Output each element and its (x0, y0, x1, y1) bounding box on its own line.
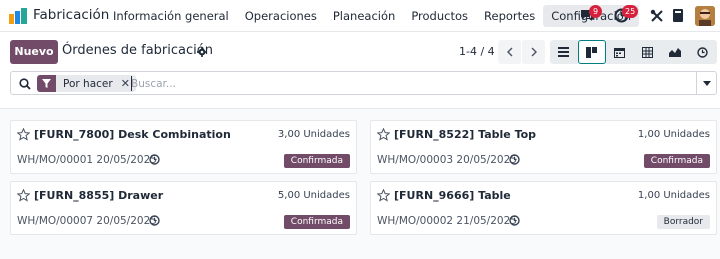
tools-icon[interactable] (650, 9, 664, 23)
clock-icon[interactable] (509, 154, 520, 165)
clock-icon[interactable] (509, 215, 520, 226)
facet-label: Por hacer (63, 77, 113, 90)
status-badge: Confirmada (643, 154, 710, 168)
page-title: Órdenes de fabricación (62, 43, 213, 58)
clock-icon (697, 46, 709, 58)
menu-planeacion[interactable]: Planeación (325, 5, 403, 27)
card-title: [FURN_9666] Table (394, 189, 511, 202)
menu-informacion-general[interactable]: Información general (105, 5, 237, 27)
kanban-view: [FURN_7800] Desk Combination 3,00 Unidad… (0, 108, 720, 259)
chevron-left-icon (506, 47, 512, 57)
status-badge: Confirmada (283, 215, 350, 229)
activity-view-button[interactable] (689, 40, 717, 64)
star-icon[interactable] (377, 128, 390, 141)
facet-remove-icon[interactable]: ✕ (121, 75, 130, 92)
list-view-button[interactable] (550, 40, 578, 64)
star-icon[interactable] (377, 189, 390, 202)
clock-icon[interactable] (149, 154, 160, 165)
top-navbar: Fabricación Información general Operacio… (0, 0, 720, 32)
kanban-card[interactable]: [FURN_7800] Desk Combination 3,00 Unidad… (10, 120, 357, 174)
search-bar: Por hacer ✕ (10, 71, 717, 95)
kanban-icon (586, 46, 598, 58)
graph-view-button[interactable] (661, 40, 689, 64)
list-icon (558, 47, 570, 57)
pivot-view-button[interactable] (633, 40, 661, 64)
kanban-card[interactable]: [FURN_8522] Table Top 1,00 Unidades WH/M… (370, 120, 717, 174)
pager-next-button[interactable] (522, 40, 545, 64)
main-menu: Información general Operaciones Planeaci… (105, 5, 640, 27)
status-badge: Confirmada (283, 154, 350, 168)
card-reference: WH/MO/00007 20/05/2025 (17, 215, 157, 227)
search-input[interactable] (131, 75, 671, 92)
search-icon[interactable] (19, 78, 31, 90)
search-facet: Por hacer ✕ (37, 75, 136, 92)
view-switcher (550, 40, 717, 64)
area-chart-icon (669, 48, 682, 57)
caret-down-icon (702, 80, 711, 86)
new-button[interactable]: Nuevo (10, 40, 58, 64)
card-title: [FURN_8855] Drawer (34, 189, 164, 202)
search-options-toggle[interactable] (696, 72, 716, 94)
filter-icon (37, 75, 56, 92)
clock-icon[interactable] (149, 215, 160, 226)
card-title: [FURN_8522] Table Top (394, 128, 537, 141)
manufacturing-app-icon[interactable] (9, 8, 27, 24)
kanban-card[interactable]: [FURN_9666] Table 1,00 Unidades WH/MO/00… (370, 181, 717, 235)
activities-count-badge: 25 (622, 5, 639, 18)
text-cursor (131, 76, 132, 91)
menu-productos[interactable]: Productos (403, 5, 476, 27)
user-avatar[interactable] (695, 6, 715, 26)
card-reference: WH/MO/00003 20/05/2025 (377, 154, 517, 166)
card-reference: WH/MO/00002 21/05/2025 (377, 215, 517, 227)
menu-reportes[interactable]: Reportes (476, 5, 543, 27)
star-icon[interactable] (17, 128, 30, 141)
kanban-card[interactable]: [FURN_8855] Drawer 5,00 Unidades WH/MO/0… (10, 181, 357, 235)
calendar-view-button[interactable] (606, 40, 634, 64)
card-reference: WH/MO/00001 20/05/2025 (17, 154, 157, 166)
chevron-right-icon (531, 47, 537, 57)
app-title[interactable]: Fabricación (33, 7, 109, 23)
card-quantity: 3,00 Unidades (277, 129, 350, 140)
database-icon[interactable] (672, 8, 684, 23)
gear-icon[interactable] (197, 47, 207, 57)
user-avatar-image (695, 6, 715, 26)
calendar-icon (613, 47, 625, 58)
card-quantity: 1,00 Unidades (637, 190, 710, 201)
card-quantity: 1,00 Unidades (637, 129, 710, 140)
star-icon[interactable] (17, 189, 30, 202)
pager-value[interactable]: 1-4 / 4 (459, 45, 495, 58)
pivot-table-icon (641, 46, 653, 58)
messages-count-badge: 9 (589, 5, 602, 18)
status-badge: Borrador (656, 215, 710, 229)
card-quantity: 5,00 Unidades (277, 190, 350, 201)
kanban-view-button[interactable] (577, 40, 606, 64)
pager-previous-button[interactable] (498, 40, 521, 64)
card-title: [FURN_7800] Desk Combination (34, 128, 231, 141)
menu-operaciones[interactable]: Operaciones (237, 5, 325, 27)
